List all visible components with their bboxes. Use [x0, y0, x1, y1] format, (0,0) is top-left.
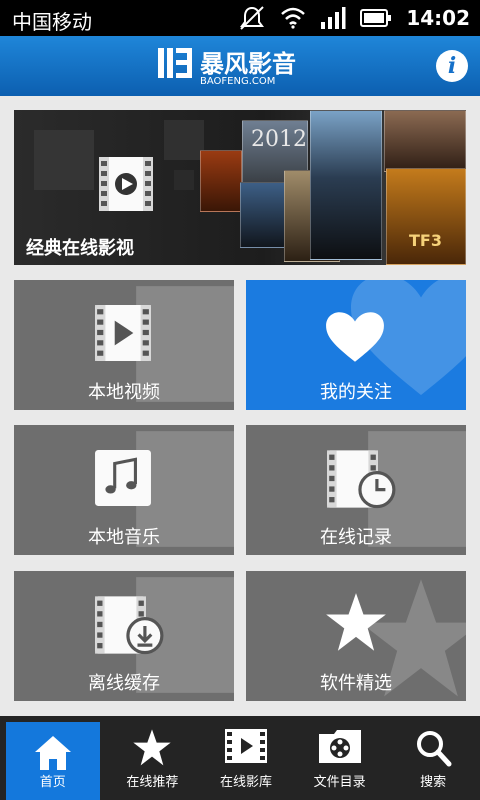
signal-icon — [321, 7, 346, 29]
svg-text:BAOFENG.COM: BAOFENG.COM — [200, 76, 275, 86]
battery-icon — [360, 9, 392, 27]
film-clock-icon — [327, 450, 396, 509]
online-movies-banner[interactable]: 2012 TF3 经典在线影视 — [14, 110, 466, 265]
star-icon — [326, 593, 386, 651]
nav-label: 搜索 — [420, 775, 447, 790]
tile-local-music[interactable]: 本地音乐 — [14, 425, 234, 555]
nav-label: 在线影库 — [219, 775, 272, 790]
svg-text:暴风影音: 暴风影音 — [200, 50, 296, 78]
bottom-nav: 首页 在线推荐 在线影库 文件目录 搜索 — [0, 716, 480, 800]
nav-label: 文件目录 — [313, 775, 366, 790]
nav-recommended[interactable]: 在线推荐 — [106, 716, 200, 800]
carrier-name: 中国移动 — [12, 10, 92, 34]
film-play-icon — [224, 729, 267, 763]
status-icons: 14:02 — [238, 4, 470, 32]
clock: 14:02 — [406, 6, 470, 30]
movie-poster — [384, 110, 466, 172]
tile-label: 我的关注 — [320, 382, 392, 403]
app-header: 暴风影音 BAOFENG.COM i — [0, 36, 480, 96]
music-note-icon — [95, 450, 151, 506]
tile-local-video[interactable]: 本地视频 — [14, 280, 234, 410]
movie-poster — [310, 110, 382, 260]
nav-file-directory[interactable]: 文件目录 — [293, 716, 387, 800]
baofeng-logo: 暴风影音 BAOFENG.COM — [158, 48, 296, 86]
wifi-icon — [281, 7, 306, 29]
nav-label: 首页 — [39, 775, 66, 790]
search-icon — [417, 731, 452, 767]
tile-label: 在线记录 — [320, 527, 392, 548]
tile-online-history[interactable]: 在线记录 — [246, 425, 466, 555]
silent-icon — [240, 6, 265, 30]
home-icon — [34, 736, 71, 770]
nav-label: 在线推荐 — [126, 775, 179, 790]
nav-search[interactable]: 搜索 — [386, 716, 480, 800]
heart-icon — [326, 312, 384, 362]
movie-poster — [200, 150, 242, 212]
tile-label: 软件精选 — [320, 673, 392, 694]
tile-label: 离线缓存 — [88, 673, 160, 694]
film-play-icon — [95, 305, 151, 361]
nav-home[interactable]: 首页 — [6, 722, 100, 800]
info-button[interactable]: i — [436, 50, 468, 82]
banner-label: 经典在线影视 — [26, 238, 134, 259]
star-icon — [133, 729, 172, 766]
folder-reel-icon — [318, 730, 361, 763]
tile-label: 本地音乐 — [88, 527, 160, 548]
tile-featured-apps[interactable]: 软件精选 — [246, 571, 466, 701]
nav-online-library[interactable]: 在线影库 — [199, 716, 293, 800]
film-download-icon — [95, 596, 164, 655]
tile-label: 本地视频 — [88, 382, 160, 403]
film-play-icon — [99, 157, 153, 211]
tile-my-follows[interactable]: 我的关注 — [246, 280, 466, 410]
status-bar: 中国移动 14:02 — [0, 0, 480, 36]
movie-poster-tf3: TF3 — [386, 168, 466, 265]
tile-offline-cache[interactable]: 离线缓存 — [14, 571, 234, 701]
